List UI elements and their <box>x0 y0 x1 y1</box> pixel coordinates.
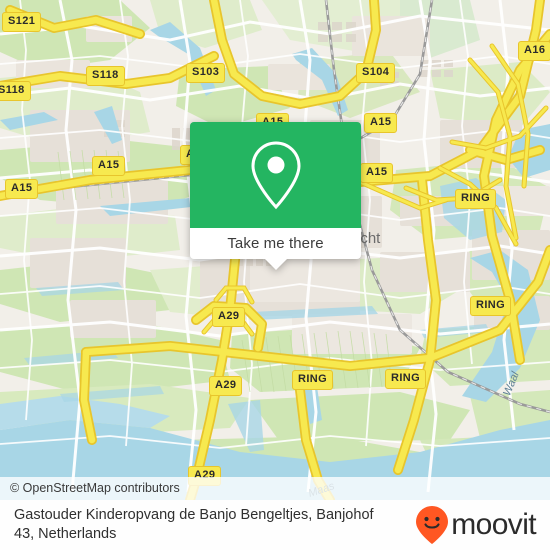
osm-attribution[interactable]: © OpenStreetMap contributors <box>0 477 550 500</box>
road-shield: A15 <box>92 156 126 176</box>
road-shield: S121 <box>2 12 42 32</box>
callout-action[interactable]: Take me there <box>190 228 361 259</box>
footer-bar: Gastouder Kinderopvang de Banjo Bengeltj… <box>0 500 550 550</box>
road-shield: S104 <box>356 63 396 83</box>
location-callout-card[interactable]: Take me there <box>190 122 361 270</box>
road-shield: A29 <box>209 376 243 396</box>
road-shield: S118 <box>0 81 31 101</box>
road-shield: RING <box>385 369 427 389</box>
map-pin-icon <box>250 141 301 210</box>
callout-header <box>190 122 361 228</box>
road-shield: A15 <box>364 113 398 133</box>
road-shield: A15 <box>5 179 39 199</box>
moovit-logo[interactable]: moovit <box>415 505 537 545</box>
map-screenshot: S121S118S118S103S104A16A15A15A15A15A15A1… <box>0 0 550 550</box>
place-title: Gastouder Kinderopvang de Banjo Bengeltj… <box>14 507 374 542</box>
road-shield: RING <box>292 370 334 390</box>
road-shield: A15 <box>360 163 394 183</box>
take-me-there-label: Take me there <box>227 235 324 252</box>
road-shield: A16 <box>518 41 550 61</box>
road-shield: S103 <box>186 63 226 83</box>
moovit-smiley-pin-icon <box>416 506 449 544</box>
road-shield: RING <box>470 296 512 316</box>
road-shield: RING <box>455 189 497 209</box>
road-shield: S118 <box>86 66 125 86</box>
moovit-wordmark: moovit <box>451 508 536 541</box>
callout-pointer <box>264 259 287 270</box>
road-shield: A29 <box>212 307 246 327</box>
